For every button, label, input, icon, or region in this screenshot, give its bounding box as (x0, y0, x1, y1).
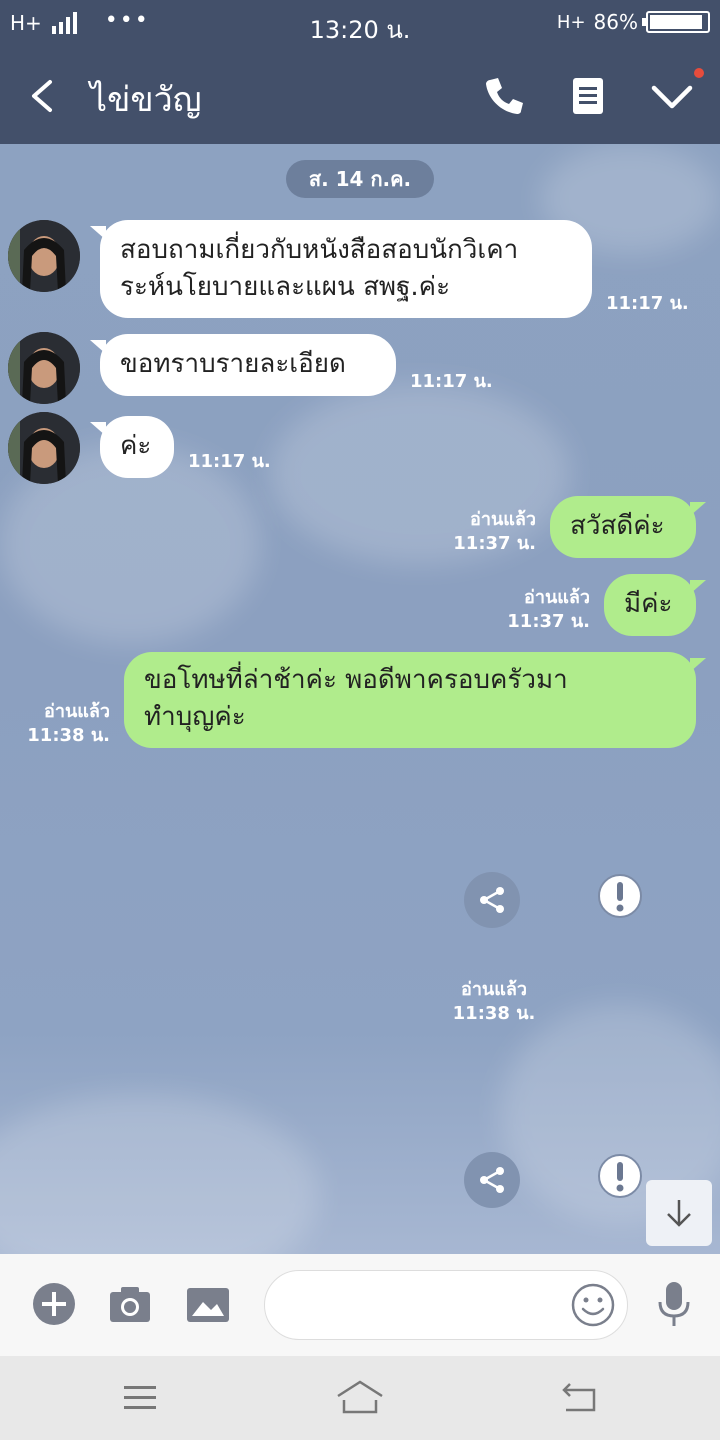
menu-icon[interactable] (120, 1378, 160, 1418)
network-type-right: H+ (556, 11, 586, 33)
status-bar: H+ ••• 13:20 น. H+ 86% (0, 0, 720, 48)
arrow-down-icon (667, 1200, 691, 1227)
message-line: มีค่ะ (624, 589, 673, 619)
notification-dot (694, 68, 704, 78)
message-time: 11:37 น. (453, 533, 536, 554)
message-time: 11:38 น. (27, 725, 110, 746)
share-icon (480, 1167, 504, 1193)
message-time: 11:17 น. (188, 451, 271, 472)
avatar[interactable] (8, 332, 80, 404)
message-read-meta: อ่านแล้ว 11:37 น. (420, 508, 536, 556)
message-time: 11:37 น. (507, 611, 590, 632)
message-line: ขอโทษที่ล่าช้าค่ะ พอดีพาครอบครัวมา (144, 665, 568, 695)
chat-title[interactable]: ไข่ขวัญ (90, 72, 202, 126)
chat-header: ไข่ขวัญ (0, 48, 720, 144)
avatar[interactable] (8, 412, 80, 484)
microphone-icon[interactable] (654, 1280, 694, 1328)
read-receipt: อ่านแล้ว (524, 587, 590, 608)
message-line: สอบถามเกี่ยวกับหนังสือสอบนักวิเคา (120, 235, 519, 265)
battery-percent: 86% (593, 10, 638, 34)
message-input-bar (0, 1254, 720, 1356)
outgoing-message[interactable]: สวัสดีค่ะ (550, 496, 706, 558)
chat-area[interactable]: ส. 14 ก.ค. สอบถามเกี่ยวกับหนังสือสอบนักว… (0, 144, 720, 1254)
share-button[interactable] (464, 872, 520, 928)
read-receipt: อ่านแล้ว (44, 701, 110, 722)
avatar[interactable] (8, 220, 80, 292)
read-receipt: อ่านแล้ว (470, 509, 536, 530)
outgoing-message[interactable]: ขอโทษที่ล่าช้าค่ะ พอดีพาครอบครัวมา ทำบุญ… (124, 652, 706, 748)
share-icon (480, 887, 504, 913)
message-time: 11:38 น. (452, 1003, 536, 1024)
alert-icon (598, 874, 642, 918)
battery-icon (642, 11, 710, 33)
outgoing-message[interactable]: มีค่ะ (604, 574, 706, 636)
message-read-meta: อ่านแล้ว 11:38 น. (444, 978, 544, 1026)
message-time: 11:17 น. (606, 293, 689, 314)
system-nav-bar (0, 1356, 720, 1440)
report-button[interactable] (592, 868, 648, 924)
back-arrow-icon[interactable] (24, 76, 64, 116)
chevron-down-icon[interactable] (650, 74, 694, 118)
incoming-message[interactable]: ขอทราบรายละเอียด (90, 334, 396, 396)
status-right: H+ 86% (557, 10, 710, 34)
message-time: 11:17 น. (410, 371, 493, 392)
plus-icon[interactable] (32, 1282, 76, 1326)
phone-icon[interactable] (482, 74, 526, 118)
memo-icon[interactable] (566, 74, 610, 118)
back-icon[interactable] (560, 1378, 600, 1418)
message-line: ค่ะ (120, 431, 152, 461)
alert-icon (598, 1154, 642, 1198)
camera-icon[interactable] (108, 1282, 152, 1326)
report-button[interactable] (592, 1148, 648, 1204)
incoming-message[interactable]: สอบถามเกี่ยวกับหนังสือสอบนักวิเคา ระห์นโ… (90, 220, 592, 318)
message-read-meta: อ่านแล้ว 11:38 น. (0, 700, 110, 748)
read-receipt: อ่านแล้ว (461, 979, 527, 1000)
emoji-icon[interactable] (570, 1282, 616, 1328)
scroll-to-bottom-button[interactable] (646, 1180, 712, 1246)
incoming-message[interactable]: ค่ะ (90, 416, 174, 478)
message-line: สวัสดีค่ะ (570, 511, 665, 541)
message-line: ระห์นโยบายและแผน สพฐ.ค่ะ (120, 272, 451, 302)
share-button[interactable] (464, 1152, 520, 1208)
home-icon[interactable] (336, 1378, 384, 1418)
date-separator: ส. 14 ก.ค. (286, 160, 434, 198)
message-line: ทำบุญค่ะ (144, 702, 246, 732)
image-icon[interactable] (186, 1282, 230, 1326)
message-read-meta: อ่านแล้ว 11:37 น. (474, 586, 590, 634)
message-line: ขอทราบรายละเอียด (120, 349, 346, 379)
